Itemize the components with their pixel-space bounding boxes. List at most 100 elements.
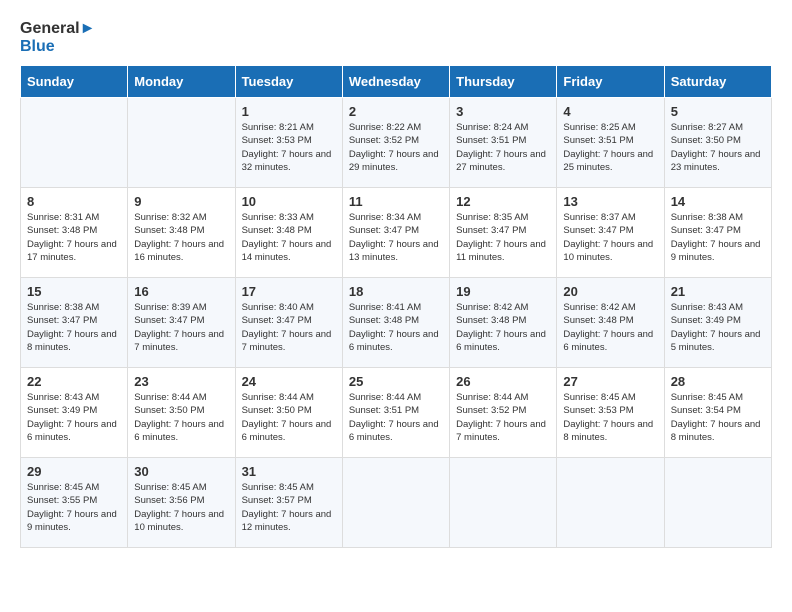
calendar-cell: 27Sunrise: 8:45 AMSunset: 3:53 PMDayligh… (557, 368, 664, 458)
day-info: Sunrise: 8:40 AMSunset: 3:47 PMDaylight:… (242, 301, 336, 354)
day-number: 4 (563, 104, 657, 119)
calendar-body: 1 Sunrise: 8:21 AMSunset: 3:53 PMDaylight… (21, 98, 772, 548)
calendar-week-row: 8 Sunrise: 8:31 AMSunset: 3:48 PMDaylight… (21, 188, 772, 278)
calendar-cell: 21 Sunrise: 8:43 AMSunset: 3:49 PMDayligh… (664, 278, 771, 368)
calendar-week-row: 15 Sunrise: 8:38 AMSunset: 3:47 PMDayligh… (21, 278, 772, 368)
calendar-cell: 9 Sunrise: 8:32 AMSunset: 3:48 PMDaylight… (128, 188, 235, 278)
header-day-thursday: Thursday (450, 66, 557, 98)
day-info: Sunrise: 8:21 AMSunset: 3:53 PMDaylight:… (242, 121, 336, 174)
header-day-monday: Monday (128, 66, 235, 98)
day-number: 21 (671, 284, 765, 299)
day-number: 23 (134, 374, 228, 389)
day-number: 3 (456, 104, 550, 119)
day-number: 9 (134, 194, 228, 209)
day-number: 11 (349, 194, 443, 209)
day-number: 5 (671, 104, 765, 119)
day-info: Sunrise: 8:44 AMSunset: 3:52 PMDaylight:… (456, 391, 550, 444)
day-number: 26 (456, 374, 550, 389)
calendar-cell: 19Sunrise: 8:42 AMSunset: 3:48 PMDayligh… (450, 278, 557, 368)
calendar-cell (21, 98, 128, 188)
calendar-cell (450, 458, 557, 548)
calendar-cell: 8 Sunrise: 8:31 AMSunset: 3:48 PMDaylight… (21, 188, 128, 278)
logo: General► Blue (20, 20, 95, 55)
header-day-sunday: Sunday (21, 66, 128, 98)
day-info: Sunrise: 8:44 AMSunset: 3:51 PMDaylight:… (349, 391, 443, 444)
calendar-table: SundayMondayTuesdayWednesdayThursdayFrid… (20, 65, 772, 548)
day-number: 12 (456, 194, 550, 209)
calendar-cell (342, 458, 449, 548)
calendar-cell: 26 Sunrise: 8:44 AMSunset: 3:52 PMDayligh… (450, 368, 557, 458)
calendar-cell: 31Sunrise: 8:45 AMSunset: 3:57 PMDayligh… (235, 458, 342, 548)
day-number: 2 (349, 104, 443, 119)
day-info: Sunrise: 8:39 AMSunset: 3:47 PMDaylight:… (134, 301, 228, 354)
calendar-cell: 14 Sunrise: 8:38 AMSunset: 3:47 PMDayligh… (664, 188, 771, 278)
day-info: Sunrise: 8:44 AMSunset: 3:50 PMDaylight:… (242, 391, 336, 444)
day-number: 22 (27, 374, 121, 389)
day-number: 30 (134, 464, 228, 479)
day-info: Sunrise: 8:27 AMSunset: 3:50 PMDaylight:… (671, 121, 765, 174)
day-number: 8 (27, 194, 121, 209)
calendar-cell: 18 Sunrise: 8:41 AMSunset: 3:48 PMDayligh… (342, 278, 449, 368)
day-number: 28 (671, 374, 765, 389)
calendar-cell: 24 Sunrise: 8:44 AMSunset: 3:50 PMDayligh… (235, 368, 342, 458)
day-info: Sunrise: 8:42 AMSunset: 3:48 PMDaylight:… (456, 301, 550, 354)
day-info: Sunrise: 8:24 AMSunset: 3:51 PMDaylight:… (456, 121, 550, 174)
day-info: Sunrise: 8:31 AMSunset: 3:48 PMDaylight:… (27, 211, 121, 264)
day-number: 29 (27, 464, 121, 479)
day-number: 24 (242, 374, 336, 389)
day-info: Sunrise: 8:25 AMSunset: 3:51 PMDaylight:… (563, 121, 657, 174)
page-header: General► Blue (20, 20, 772, 55)
day-info: Sunrise: 8:38 AMSunset: 3:47 PMDaylight:… (671, 211, 765, 264)
day-number: 20 (563, 284, 657, 299)
day-info: Sunrise: 8:32 AMSunset: 3:48 PMDaylight:… (134, 211, 228, 264)
calendar-cell: 20 Sunrise: 8:42 AMSunset: 3:48 PMDayligh… (557, 278, 664, 368)
calendar-cell: 29 Sunrise: 8:45 AMSunset: 3:55 PMDayligh… (21, 458, 128, 548)
calendar-cell: 10Sunrise: 8:33 AMSunset: 3:48 PMDayligh… (235, 188, 342, 278)
calendar-cell: 2 Sunrise: 8:22 AMSunset: 3:52 PMDaylight… (342, 98, 449, 188)
calendar-cell (128, 98, 235, 188)
day-info: Sunrise: 8:43 AMSunset: 3:49 PMDaylight:… (27, 391, 121, 444)
day-info: Sunrise: 8:45 AMSunset: 3:54 PMDaylight:… (671, 391, 765, 444)
day-info: Sunrise: 8:35 AMSunset: 3:47 PMDaylight:… (456, 211, 550, 264)
day-info: Sunrise: 8:45 AMSunset: 3:53 PMDaylight:… (563, 391, 657, 444)
calendar-cell: 30 Sunrise: 8:45 AMSunset: 3:56 PMDayligh… (128, 458, 235, 548)
day-number: 15 (27, 284, 121, 299)
calendar-cell (557, 458, 664, 548)
calendar-week-row: 22 Sunrise: 8:43 AMSunset: 3:49 PMDayligh… (21, 368, 772, 458)
day-number: 31 (242, 464, 336, 479)
day-number: 18 (349, 284, 443, 299)
calendar-cell: 25Sunrise: 8:44 AMSunset: 3:51 PMDayligh… (342, 368, 449, 458)
calendar-cell: 12 Sunrise: 8:35 AMSunset: 3:47 PMDayligh… (450, 188, 557, 278)
day-info: Sunrise: 8:37 AMSunset: 3:47 PMDaylight:… (563, 211, 657, 264)
calendar-cell (664, 458, 771, 548)
day-info: Sunrise: 8:22 AMSunset: 3:52 PMDaylight:… (349, 121, 443, 174)
day-number: 14 (671, 194, 765, 209)
day-number: 17 (242, 284, 336, 299)
calendar-cell: 4 Sunrise: 8:25 AMSunset: 3:51 PMDaylight… (557, 98, 664, 188)
calendar-cell: 1 Sunrise: 8:21 AMSunset: 3:53 PMDaylight… (235, 98, 342, 188)
day-info: Sunrise: 8:44 AMSunset: 3:50 PMDaylight:… (134, 391, 228, 444)
day-info: Sunrise: 8:43 AMSunset: 3:49 PMDaylight:… (671, 301, 765, 354)
calendar-cell: 17 Sunrise: 8:40 AMSunset: 3:47 PMDayligh… (235, 278, 342, 368)
calendar-header-row: SundayMondayTuesdayWednesdayThursdayFrid… (21, 66, 772, 98)
day-info: Sunrise: 8:41 AMSunset: 3:48 PMDaylight:… (349, 301, 443, 354)
day-number: 16 (134, 284, 228, 299)
logo-line2: Blue (20, 38, 95, 56)
day-info: Sunrise: 8:38 AMSunset: 3:47 PMDaylight:… (27, 301, 121, 354)
day-info: Sunrise: 8:33 AMSunset: 3:48 PMDaylight:… (242, 211, 336, 264)
header-day-wednesday: Wednesday (342, 66, 449, 98)
day-info: Sunrise: 8:34 AMSunset: 3:47 PMDaylight:… (349, 211, 443, 264)
calendar-cell: 23 Sunrise: 8:44 AMSunset: 3:50 PMDayligh… (128, 368, 235, 458)
calendar-cell: 5 Sunrise: 8:27 AMSunset: 3:50 PMDaylight… (664, 98, 771, 188)
calendar-cell: 16 Sunrise: 8:39 AMSunset: 3:47 PMDayligh… (128, 278, 235, 368)
day-info: Sunrise: 8:42 AMSunset: 3:48 PMDaylight:… (563, 301, 657, 354)
calendar-cell: 11 Sunrise: 8:34 AMSunset: 3:47 PMDayligh… (342, 188, 449, 278)
day-info: Sunrise: 8:45 AMSunset: 3:55 PMDaylight:… (27, 481, 121, 534)
logo-line1: General► (20, 20, 95, 38)
day-number: 1 (242, 104, 336, 119)
logo-container: General► Blue (20, 20, 95, 55)
header-day-tuesday: Tuesday (235, 66, 342, 98)
calendar-cell: 28 Sunrise: 8:45 AMSunset: 3:54 PMDayligh… (664, 368, 771, 458)
calendar-cell: 22 Sunrise: 8:43 AMSunset: 3:49 PMDayligh… (21, 368, 128, 458)
day-info: Sunrise: 8:45 AMSunset: 3:56 PMDaylight:… (134, 481, 228, 534)
